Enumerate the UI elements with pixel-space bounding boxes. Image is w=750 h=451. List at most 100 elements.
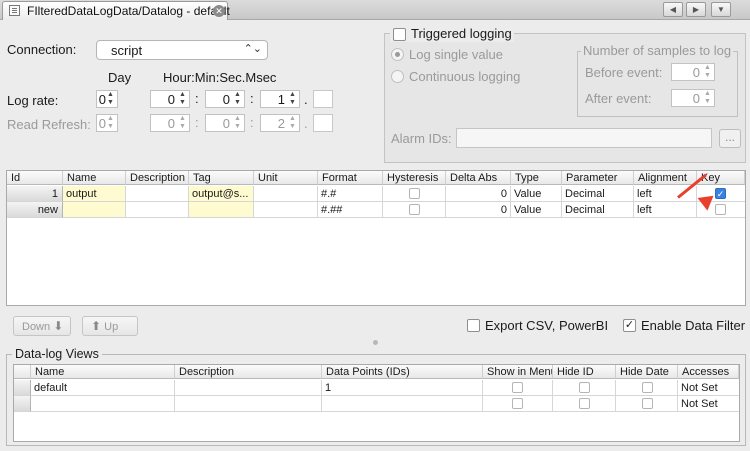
up-button[interactable]: ⬆ Up — [82, 316, 138, 336]
after-event-input: 0 ▲ ▼ — [671, 89, 715, 107]
read-refresh-label: Read Refresh: — [7, 117, 91, 132]
tab-title: FIlteredDataLogData/Datalog - default — [27, 4, 230, 18]
scroll-right-icon[interactable]: ▶ — [686, 2, 706, 17]
col-view-description[interactable]: Description — [175, 365, 322, 379]
data-points-table: Id Name Description Tag Unit Format Hyst… — [6, 170, 746, 306]
cell-alignment[interactable]: left — [634, 202, 697, 218]
single-label: Log single value — [409, 47, 503, 62]
cell-name[interactable]: output — [63, 186, 126, 202]
connection-select[interactable]: script ⌃⌄ — [96, 40, 268, 60]
col-view-name[interactable]: Name — [31, 365, 175, 379]
alarm-ids-input[interactable] — [456, 128, 712, 148]
cell-description[interactable] — [126, 202, 189, 218]
scroll-left-icon[interactable]: ◀ — [663, 2, 683, 17]
read-refresh-hour: 0 ▲ ▼ — [150, 114, 190, 132]
log-rate-hour[interactable]: 0 ▲ ▼ — [150, 90, 190, 108]
log-rate-sec[interactable]: 1 ▲ ▼ — [260, 90, 300, 108]
col-type[interactable]: Type — [511, 171, 562, 185]
cell-tag[interactable]: output@s... — [189, 186, 254, 202]
view-accesses[interactable]: Not Set — [678, 380, 739, 396]
spinner-icon: ▲ ▼ — [107, 91, 114, 106]
col-parameter[interactable]: Parameter — [562, 171, 634, 185]
read-refresh-day: 0 ▲ ▼ — [96, 114, 118, 132]
log-rate-msec[interactable] — [313, 90, 333, 108]
cell-description[interactable] — [126, 186, 189, 202]
cell-parameter[interactable]: Decimal — [562, 186, 634, 202]
view-row-header[interactable] — [14, 396, 31, 412]
continuous-radio[interactable] — [391, 70, 404, 83]
hide-date-checkbox[interactable] — [642, 398, 653, 409]
col-id[interactable]: Id — [7, 171, 63, 185]
spinner-icon: ▲ ▼ — [107, 115, 114, 130]
cell-name[interactable] — [63, 202, 126, 218]
enable-filter-checkbox[interactable]: ✓ — [623, 319, 636, 332]
col-delta-abs[interactable]: Delta Abs — [446, 171, 511, 185]
col-show-in-menu[interactable]: Show in Menu — [483, 365, 553, 379]
show-in-menu-checkbox[interactable] — [512, 382, 523, 393]
view-description[interactable] — [175, 380, 322, 396]
hysteresis-checkbox[interactable] — [409, 204, 420, 215]
read-refresh-sec: 2 ▲ ▼ — [260, 114, 300, 132]
col-hide-id[interactable]: Hide ID — [553, 365, 616, 379]
cell-delta-abs[interactable]: 0 — [446, 202, 511, 218]
log-rate-min[interactable]: 0 ▲ ▼ — [205, 90, 245, 108]
spinner-icon: ▲ ▼ — [234, 115, 241, 130]
col-alignment[interactable]: Alignment — [634, 171, 697, 185]
col-view-points[interactable]: Data Points (IDs) — [322, 365, 483, 379]
hms-header: Hour:Min:Sec.Msec — [163, 70, 277, 85]
hide-date-checkbox[interactable] — [642, 382, 653, 393]
tab-bar: FIlteredDataLogData/Datalog - default ✕ … — [0, 0, 750, 20]
col-hysteresis[interactable]: Hysteresis — [383, 171, 446, 185]
single-radio[interactable] — [391, 48, 404, 61]
cell-type[interactable]: Value — [511, 202, 562, 218]
cell-delta-abs[interactable]: 0 — [446, 186, 511, 202]
day-header: Day — [108, 70, 132, 85]
view-points[interactable] — [322, 396, 483, 412]
view-accesses[interactable]: Not Set — [678, 396, 739, 412]
cell-tag[interactable] — [189, 202, 254, 218]
col-tag[interactable]: Tag — [189, 171, 254, 185]
tab-datalog[interactable]: FIlteredDataLogData/Datalog - default ✕ — [2, 1, 230, 20]
triggered-checkbox[interactable] — [393, 28, 406, 41]
cell-format[interactable]: #.# — [318, 186, 383, 202]
col-format[interactable]: Format — [318, 171, 383, 185]
view-description[interactable] — [175, 396, 322, 412]
col-description[interactable]: Description — [126, 171, 189, 185]
connection-value: script — [111, 43, 143, 58]
spinner-icon: ▲ ▼ — [179, 91, 186, 106]
cell-unit[interactable] — [254, 186, 318, 202]
read-refresh-msec — [313, 114, 333, 132]
log-rate-day[interactable]: 0 ▲ ▼ — [96, 90, 118, 108]
samples-title: Number of samples to log — [581, 43, 734, 58]
col-accesses[interactable]: Accesses — [678, 365, 739, 379]
views-title: Data-log Views — [12, 347, 102, 361]
export-csv-checkbox[interactable] — [467, 319, 480, 332]
hide-id-checkbox[interactable] — [579, 382, 590, 393]
down-button[interactable]: Down ⬇ — [13, 316, 71, 336]
view-points[interactable]: 1 — [322, 380, 483, 396]
alarm-browse-button[interactable]: ... — [719, 129, 741, 148]
key-checkbox[interactable]: ✓ — [715, 188, 726, 199]
row-id-new[interactable]: new — [7, 202, 63, 218]
before-event-input: 0 ▲ ▼ — [671, 63, 715, 81]
show-in-menu-checkbox[interactable] — [512, 398, 523, 409]
view-row-header[interactable] — [14, 380, 31, 396]
tab-menu-icon[interactable]: ▼ — [711, 2, 731, 17]
view-name[interactable] — [31, 396, 175, 412]
cell-parameter[interactable]: Decimal — [562, 202, 634, 218]
arrow-up-icon: ⬆ — [91, 319, 102, 333]
hysteresis-checkbox[interactable] — [409, 188, 420, 199]
cell-unit[interactable] — [254, 202, 318, 218]
col-unit[interactable]: Unit — [254, 171, 318, 185]
close-icon[interactable]: ✕ — [213, 5, 225, 17]
cell-format[interactable]: #.## — [318, 202, 383, 218]
col-name[interactable]: Name — [63, 171, 126, 185]
row-id-1[interactable]: 1 — [7, 186, 63, 202]
hide-id-checkbox[interactable] — [579, 398, 590, 409]
cell-hysteresis — [383, 186, 446, 202]
splitter-handle[interactable] — [373, 340, 378, 345]
cell-type[interactable]: Value — [511, 186, 562, 202]
key-checkbox[interactable] — [715, 204, 726, 215]
col-hide-date[interactable]: Hide Date — [616, 365, 678, 379]
view-name[interactable]: default — [31, 380, 175, 396]
